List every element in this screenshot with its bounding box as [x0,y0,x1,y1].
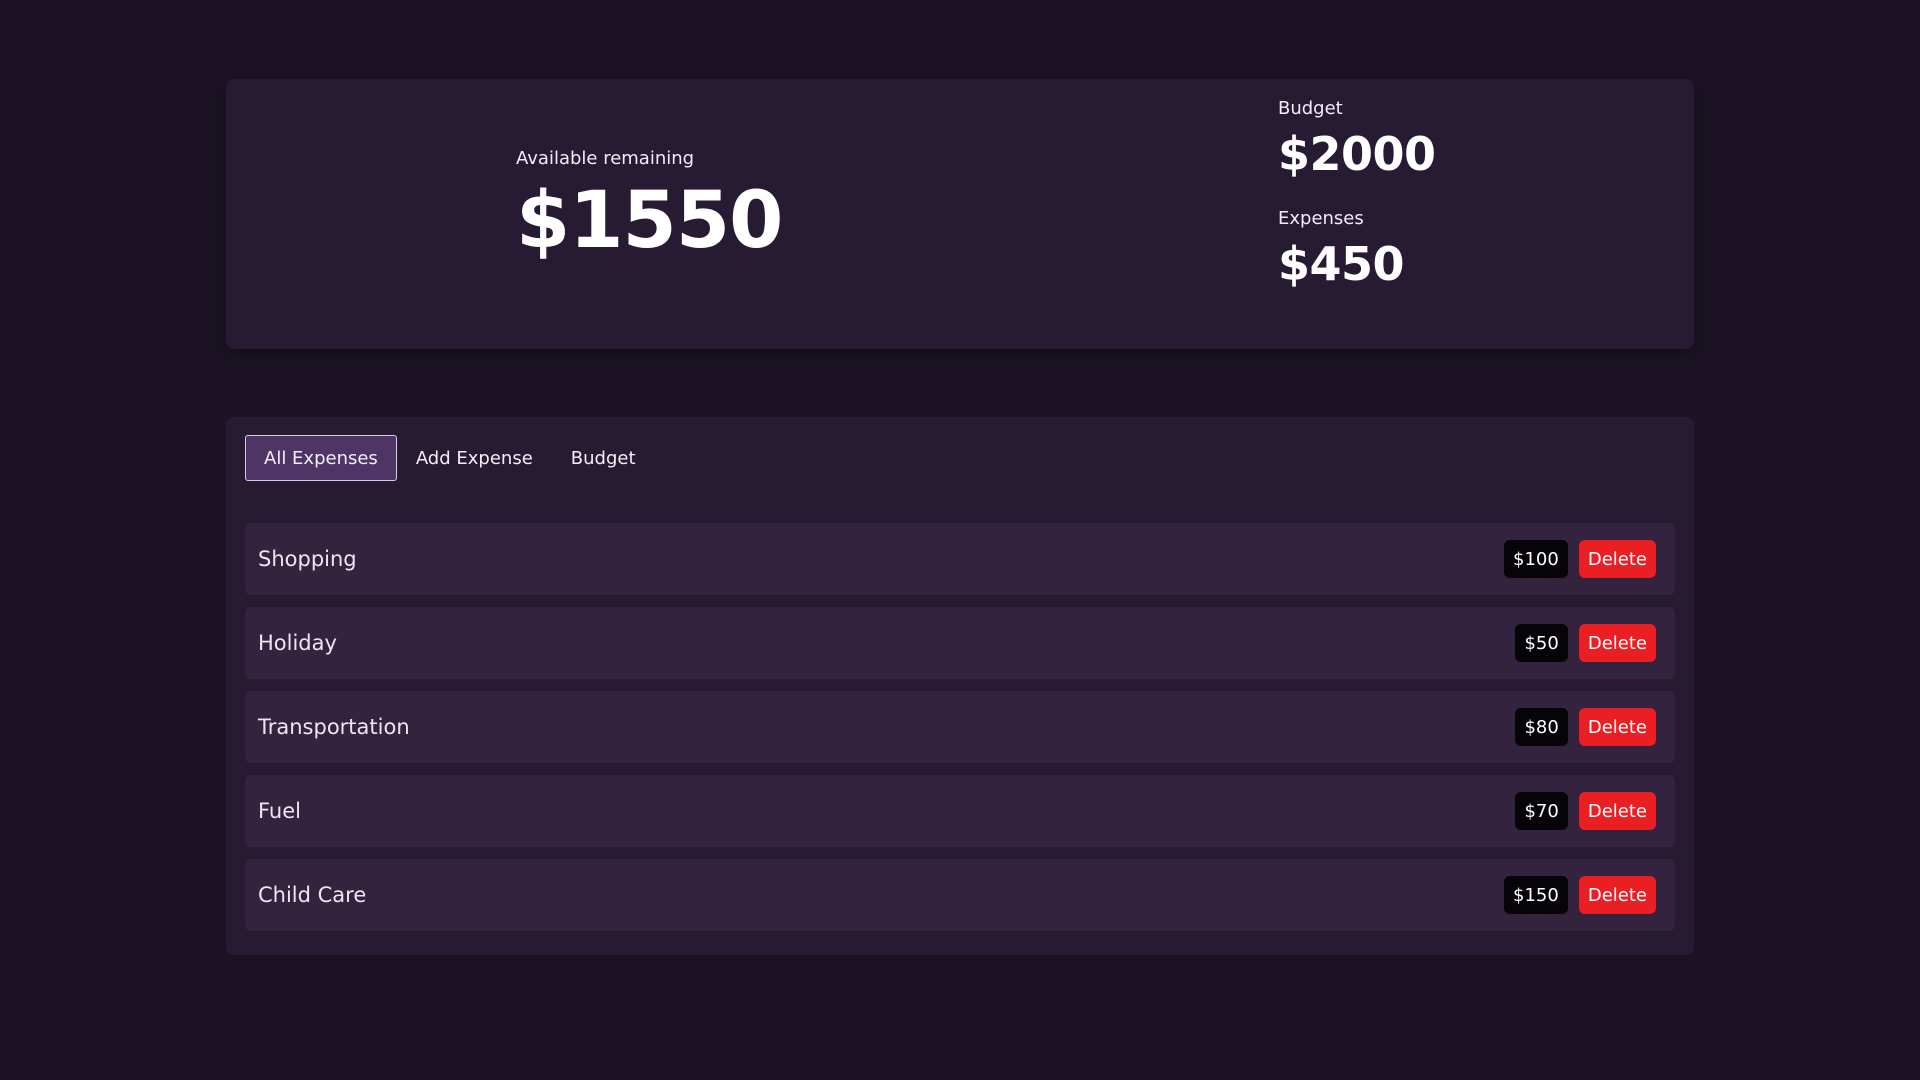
expense-name: Shopping [258,547,357,571]
expense-amount-badge: $80 [1515,708,1568,746]
expense-name: Fuel [258,799,301,823]
expense-amount-badge: $70 [1515,792,1568,830]
expense-actions: $70 Delete [1515,792,1656,830]
expenses-card: All Expenses Add Expense Budget Shopping… [226,417,1694,955]
delete-button[interactable]: Delete [1578,708,1656,746]
delete-button[interactable]: Delete [1578,792,1656,830]
expense-name: Holiday [258,631,337,655]
expense-actions: $80 Delete [1515,708,1656,746]
expense-list: Shopping $100 Delete Holiday $50 Delete … [245,523,1675,943]
expenses-amount: $450 [1278,237,1405,291]
expense-row: Fuel $70 Delete [245,775,1675,847]
delete-button[interactable]: Delete [1578,624,1656,662]
tab-add-expense[interactable]: Add Expense [397,435,552,481]
expense-row: Shopping $100 Delete [245,523,1675,595]
expense-row: Transportation $80 Delete [245,691,1675,763]
expense-actions: $100 Delete [1504,540,1656,578]
delete-button[interactable]: Delete [1578,540,1656,578]
tab-budget[interactable]: Budget [552,435,655,481]
budget-expenses-block: Budget $2000 Expenses $450 [1278,97,1436,317]
delete-button[interactable]: Delete [1578,876,1656,914]
budget-label: Budget [1278,98,1343,119]
budget-amount: $2000 [1278,127,1436,181]
expense-amount-badge: $50 [1515,624,1568,662]
expense-name: Transportation [258,715,410,739]
expense-row: Holiday $50 Delete [245,607,1675,679]
remaining-label: Available remaining [516,148,695,169]
remaining-block: Available remaining $1550 [516,147,783,269]
tab-bar: All Expenses Add Expense Budget [245,435,655,481]
expenses-label: Expenses [1278,208,1364,229]
summary-card: Available remaining $1550 Budget $2000 E… [226,79,1694,349]
expense-amount-badge: $150 [1504,876,1568,914]
expense-actions: $50 Delete [1515,624,1656,662]
expense-row: Child Care $150 Delete [245,859,1675,931]
expense-actions: $150 Delete [1504,876,1656,914]
expense-name: Child Care [258,883,367,907]
expense-amount-badge: $100 [1504,540,1568,578]
remaining-amount: $1550 [516,176,783,266]
tab-all-expenses[interactable]: All Expenses [245,435,397,481]
